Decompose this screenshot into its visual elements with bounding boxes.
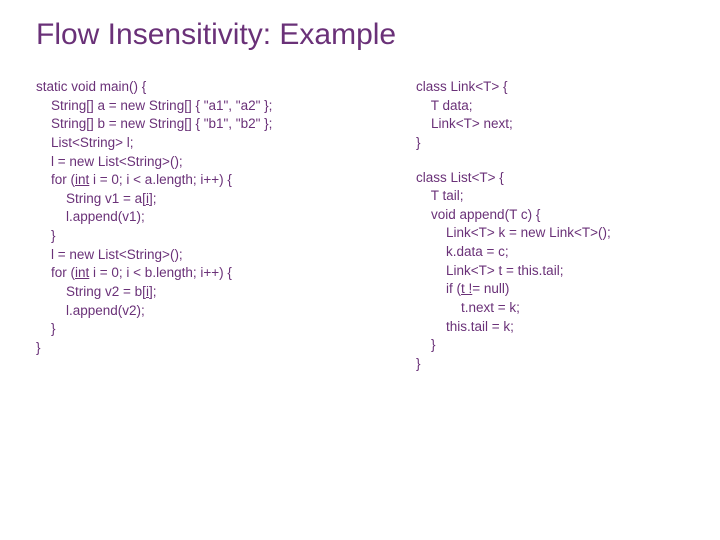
code-line: } [416, 356, 421, 371]
code-line: Link<T> t = this.tail; [416, 263, 563, 278]
link-class-code: class Link<T> { T data; Link<T> next; } [416, 78, 690, 153]
code-line: t.next = k; [416, 300, 520, 315]
code-line: } [36, 228, 56, 243]
columns: static void main() { String[] a = new St… [36, 78, 690, 373]
code-line: k.data = c; [416, 244, 509, 259]
code-line: Link<T> k = new Link<T>(); [416, 225, 611, 240]
list-class-code: class List<T> { T tail; void append(T c)… [416, 169, 690, 374]
code-line: String v2 = b[ [36, 284, 146, 299]
main-code: static void main() { String[] a = new St… [36, 78, 396, 357]
code-line: } [36, 321, 56, 336]
code-line: void append(T c) { [416, 207, 540, 222]
code-line: static void main() { [36, 79, 146, 94]
code-line: } [36, 340, 41, 355]
code-line: l = new List<String>(); [36, 154, 183, 169]
code-line: T data; [416, 98, 473, 113]
code-right-column: class Link<T> { T data; Link<T> next; } … [416, 78, 690, 373]
code-line: String v1 = a[ [36, 191, 146, 206]
code-line: i = 0; i < b.length; i++) { [89, 265, 232, 280]
code-line: l.append(v2); [36, 303, 145, 318]
code-line: l.append(v1); [36, 209, 145, 224]
code-line: T tail; [416, 188, 464, 203]
code-line: class Link<T> { [416, 79, 508, 94]
code-line: if ( [416, 281, 461, 296]
code-left-column: static void main() { String[] a = new St… [36, 78, 396, 373]
code-line: } [416, 337, 436, 352]
code-line: = null) [472, 281, 509, 296]
code-line: } [416, 135, 421, 150]
code-line: String[] b = new String[] { "b1", "b2" }… [36, 116, 272, 131]
code-line: i = 0; i < a.length; i++) { [89, 172, 232, 187]
code-line: for ( [36, 265, 75, 280]
code-underline: int [75, 172, 89, 187]
code-line: ]; [149, 284, 157, 299]
slide-title: Flow Insensitivity: Example [36, 18, 690, 52]
code-line: class List<T> { [416, 170, 504, 185]
code-underline: int [75, 265, 89, 280]
code-line: String[] a = new String[] { "a1", "a2" }… [36, 98, 272, 113]
code-line: for ( [36, 172, 75, 187]
code-line: l = new List<String>(); [36, 247, 183, 262]
code-line: this.tail = k; [416, 319, 514, 334]
code-underline: t ! [461, 281, 472, 296]
code-line: List<String> l; [36, 135, 134, 150]
code-line: ]; [149, 191, 157, 206]
code-line: Link<T> next; [416, 116, 513, 131]
slide: Flow Insensitivity: Example static void … [0, 0, 720, 540]
